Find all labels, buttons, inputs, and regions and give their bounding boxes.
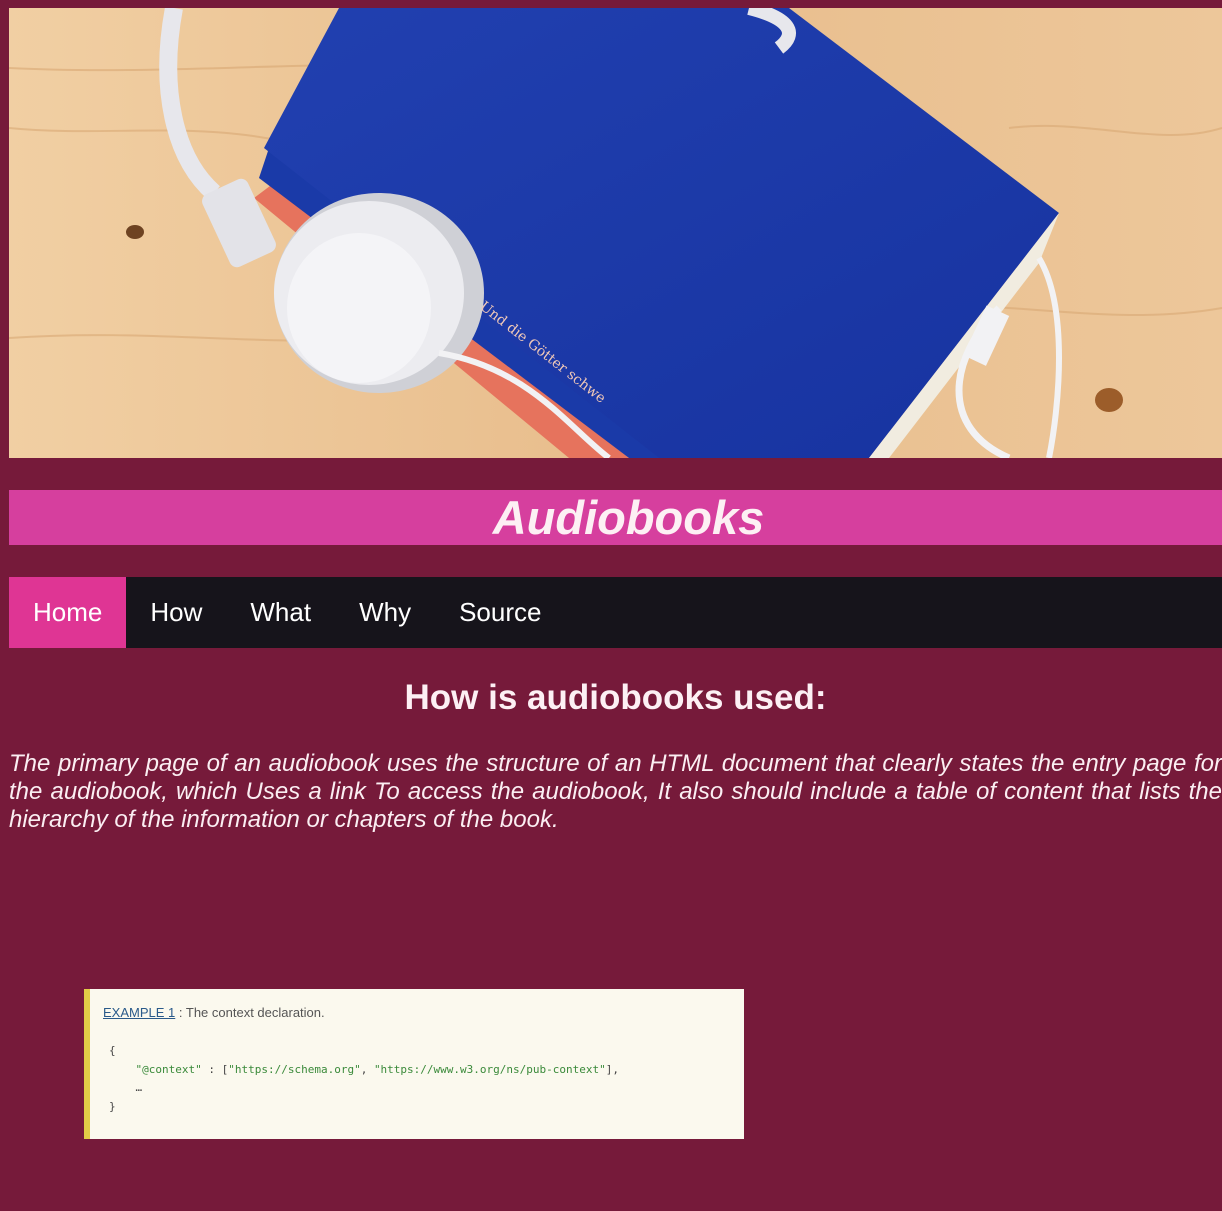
nav-item-why[interactable]: Why — [335, 577, 435, 648]
page-title: Audiobooks — [492, 491, 765, 544]
nav-item-home[interactable]: Home — [9, 577, 127, 648]
code-close-brace: } — [109, 1099, 116, 1113]
code-value-1: "https://schema.org" — [228, 1062, 361, 1076]
example-separator: : — [175, 1005, 186, 1020]
nav-item-source[interactable]: Source — [435, 577, 565, 648]
code-comma: , — [360, 1062, 374, 1076]
example-header: EXAMPLE 1 : The context declaration. — [103, 1005, 325, 1020]
code-end: ], — [605, 1062, 619, 1076]
code-open-brace: { — [109, 1044, 116, 1057]
code-ellipsis: … — [135, 1081, 143, 1094]
main-nav: Home How What Why Source — [9, 577, 1222, 648]
intro-paragraph: The primary page of an audiobook uses th… — [9, 750, 1222, 833]
nav-item-what[interactable]: What — [226, 577, 335, 648]
book-headphones-illustration: Und die Götter schwe — [9, 8, 1222, 458]
code-example-image: EXAMPLE 1 : The context declaration. { "… — [84, 989, 744, 1139]
code-value-2: "https://www.w3.org/ns/pub-context" — [373, 1062, 606, 1076]
nav-item-how[interactable]: How — [126, 577, 226, 648]
title-banner: Audiobooks — [9, 490, 1222, 545]
example-link[interactable]: EXAMPLE 1 — [103, 1005, 175, 1020]
section-heading: How is audiobooks used: — [404, 678, 827, 717]
example-code: { "@context" : ["https://schema.org", "h… — [109, 1042, 619, 1116]
example-caption: The context declaration. — [185, 1005, 325, 1020]
hero-image: Und die Götter schwe — [9, 8, 1222, 458]
code-key: "@context" — [135, 1062, 202, 1076]
code-colon: : [ — [201, 1062, 229, 1076]
